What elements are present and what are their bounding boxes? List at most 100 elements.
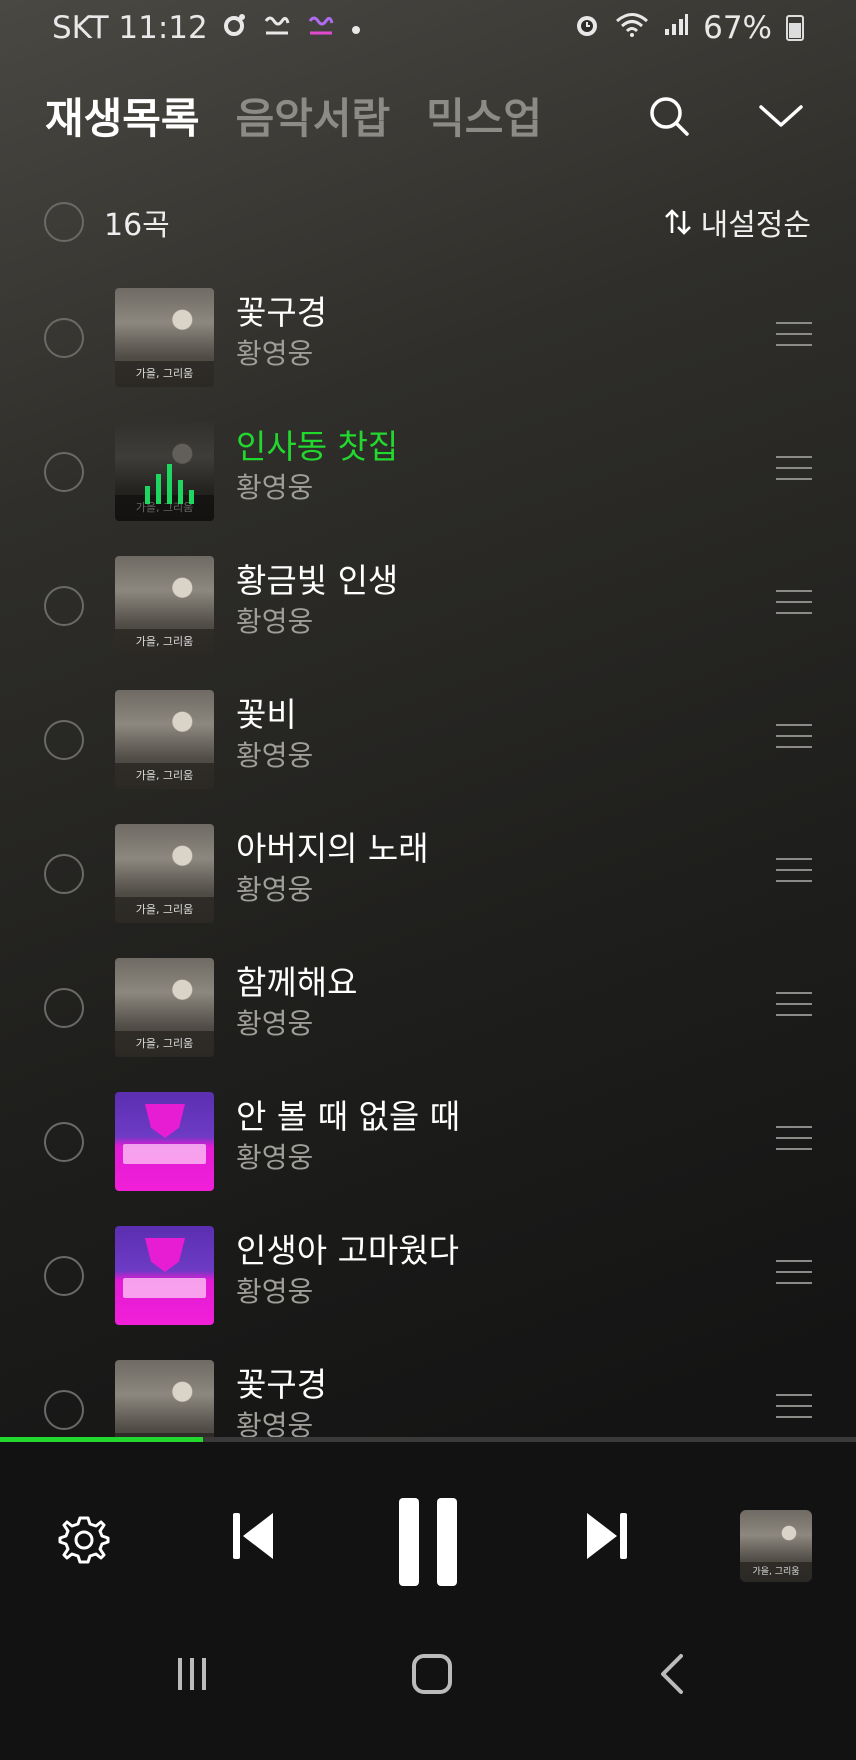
drag-handle-icon[interactable] bbox=[776, 992, 812, 1020]
battery-percent: 67% bbox=[703, 10, 772, 46]
home-button[interactable] bbox=[400, 1642, 464, 1706]
album-art: 가을, 그리움 bbox=[115, 1360, 214, 1438]
track-checkbox[interactable] bbox=[44, 854, 84, 894]
next-icon bbox=[587, 1513, 627, 1559]
track-artist: 황영웅 bbox=[236, 605, 314, 638]
wifi-icon bbox=[615, 12, 649, 45]
track-artist: 황영웅 bbox=[236, 1007, 314, 1040]
home-icon bbox=[412, 1654, 452, 1694]
track-checkbox[interactable] bbox=[44, 318, 84, 358]
track-row[interactable]: 안 볼 때 없을 때 황영웅 bbox=[0, 1074, 856, 1208]
pause-icon bbox=[399, 1498, 457, 1586]
drag-handle-icon[interactable] bbox=[776, 590, 812, 618]
drag-handle-icon[interactable] bbox=[776, 456, 812, 484]
album-art: 가을, 그리움 bbox=[115, 288, 214, 387]
next-button[interactable] bbox=[576, 1504, 640, 1568]
now-playing-album-art[interactable]: 가을, 그리움 bbox=[740, 1510, 812, 1582]
album-art-caption: 가을, 그리움 bbox=[115, 629, 214, 655]
previous-icon bbox=[233, 1513, 273, 1559]
album-art-caption: 가을, 그리움 bbox=[115, 763, 214, 789]
battery-icon bbox=[786, 15, 804, 41]
header: 재생목록 음악서랍 믹스업 bbox=[0, 78, 856, 152]
tab-music-drawer[interactable]: 음악서랍 bbox=[236, 85, 391, 146]
signal-icon bbox=[663, 13, 689, 44]
track-row[interactable]: 가을, 그리움 함께해요 황영웅 bbox=[0, 940, 856, 1074]
track-row[interactable]: 가을, 그리움 인사동 찻집 황영웅 bbox=[0, 404, 856, 538]
chevron-down-icon bbox=[759, 105, 803, 127]
back-button[interactable] bbox=[640, 1642, 704, 1706]
track-row[interactable]: 가을, 그리움 아버지의 노래 황영웅 bbox=[0, 806, 856, 940]
album-art bbox=[115, 1092, 214, 1191]
more-notifications-dot-icon bbox=[350, 13, 362, 43]
collapse-button[interactable] bbox=[751, 86, 811, 146]
drag-handle-icon[interactable] bbox=[776, 724, 812, 752]
track-artist: 황영웅 bbox=[236, 471, 314, 504]
app-notification-icon bbox=[262, 13, 292, 44]
track-checkbox[interactable] bbox=[44, 452, 84, 492]
carrier-time: SKT 11:12 bbox=[52, 10, 208, 46]
track-checkbox[interactable] bbox=[44, 586, 84, 626]
track-title: 안 볼 때 없을 때 bbox=[236, 1097, 461, 1136]
drag-handle-icon[interactable] bbox=[776, 1126, 812, 1154]
album-art: 가을, 그리움 bbox=[115, 556, 214, 655]
track-artist: 황영웅 bbox=[236, 337, 314, 370]
status-bar: SKT 11:12 67% bbox=[0, 0, 856, 56]
track-checkbox[interactable] bbox=[44, 1390, 84, 1430]
track-title: 꽃구경 bbox=[236, 1365, 328, 1404]
track-title: 아버지의 노래 bbox=[236, 829, 429, 868]
album-art: 가을, 그리움 bbox=[115, 824, 214, 923]
search-icon bbox=[650, 97, 689, 136]
notification-icon bbox=[222, 12, 248, 45]
track-checkbox[interactable] bbox=[44, 720, 84, 760]
track-checkbox[interactable] bbox=[44, 1122, 84, 1162]
drag-handle-icon[interactable] bbox=[776, 1394, 812, 1422]
track-title: 꽃비 bbox=[236, 695, 297, 734]
equalizer-icon bbox=[145, 464, 194, 504]
list-header: 16곡 내설정순 bbox=[0, 196, 856, 248]
track-artist: 황영웅 bbox=[236, 1275, 314, 1308]
pause-button[interactable] bbox=[388, 1494, 468, 1590]
recents-button[interactable] bbox=[160, 1642, 224, 1706]
track-title: 인생아 고마웠다 bbox=[236, 1231, 460, 1270]
drag-handle-icon[interactable] bbox=[776, 858, 812, 886]
track-row[interactable]: 가을, 그리움 황금빛 인생 황영웅 bbox=[0, 538, 856, 672]
previous-button[interactable] bbox=[220, 1504, 284, 1568]
search-button[interactable] bbox=[639, 86, 699, 146]
track-title: 인사동 찻집 bbox=[236, 427, 399, 466]
album-art bbox=[115, 1226, 214, 1325]
tab-playlist[interactable]: 재생목록 bbox=[45, 85, 200, 146]
track-artist: 황영웅 bbox=[236, 1141, 314, 1174]
status-right: 67% bbox=[573, 10, 804, 46]
player-controls: 가을, 그리움 bbox=[0, 1442, 856, 1612]
tab-mixup[interactable]: 믹스업 bbox=[426, 85, 542, 146]
track-artist: 황영웅 bbox=[236, 873, 314, 906]
settings-button[interactable] bbox=[52, 1506, 116, 1570]
recents-icon bbox=[178, 1658, 206, 1690]
album-art-caption: 가을, 그리움 bbox=[115, 897, 214, 923]
track-title: 함께해요 bbox=[236, 963, 358, 1002]
track-artist: 황영웅 bbox=[236, 1409, 314, 1438]
album-art-caption: 가을, 그리움 bbox=[115, 361, 214, 387]
track-checkbox[interactable] bbox=[44, 988, 84, 1028]
track-row[interactable]: 인생아 고마웠다 황영웅 bbox=[0, 1208, 856, 1342]
track-row[interactable]: 가을, 그리움 꽃구경 황영웅 bbox=[0, 1342, 856, 1438]
app-notification-icon-2 bbox=[306, 13, 336, 44]
track-count: 16곡 bbox=[104, 208, 170, 243]
header-actions bbox=[639, 86, 811, 146]
track-title: 꽃구경 bbox=[236, 293, 328, 332]
alarm-icon bbox=[573, 11, 601, 46]
settings-icon bbox=[58, 1516, 110, 1564]
track-row[interactable]: 가을, 그리움 꽃구경 황영웅 bbox=[0, 270, 856, 404]
track-title: 황금빛 인생 bbox=[236, 561, 399, 600]
sort-icon bbox=[664, 209, 691, 235]
track-row[interactable]: 가을, 그리움 꽃비 황영웅 bbox=[0, 672, 856, 806]
drag-handle-icon[interactable] bbox=[776, 1260, 812, 1288]
album-art: 가을, 그리움 bbox=[115, 690, 214, 789]
status-left: SKT 11:12 bbox=[52, 10, 362, 46]
track-list: 가을, 그리움 꽃구경 황영웅 가을, 그리움 인사동 찻집 황영웅 가을, 그… bbox=[0, 270, 856, 1438]
album-art: 가을, 그리움 bbox=[115, 958, 214, 1057]
select-all-checkbox[interactable] bbox=[44, 202, 84, 242]
sort-button[interactable]: 내설정순 bbox=[663, 200, 811, 244]
track-checkbox[interactable] bbox=[44, 1256, 84, 1296]
drag-handle-icon[interactable] bbox=[776, 322, 812, 350]
